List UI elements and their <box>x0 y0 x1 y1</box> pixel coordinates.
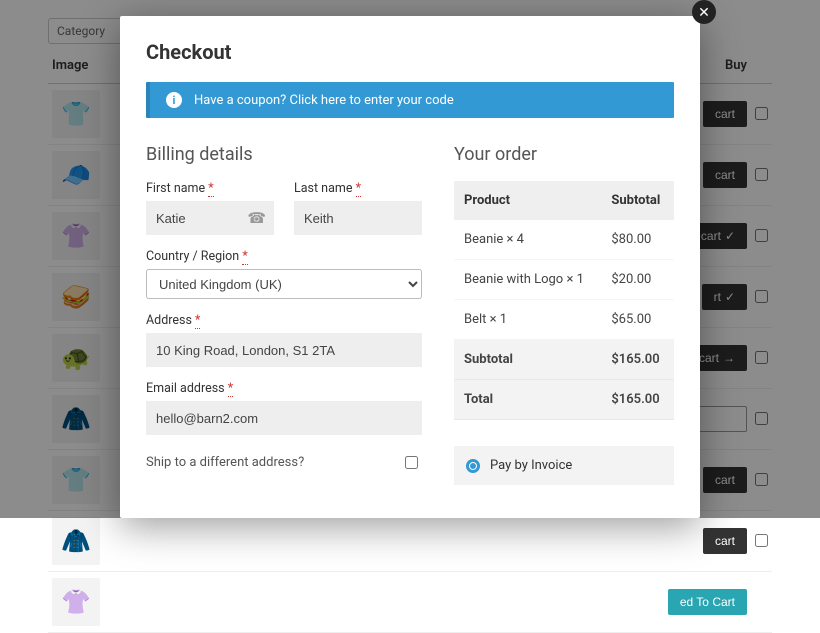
billing-section: Billing details First name * ☎ Last name <box>146 144 422 485</box>
country-select[interactable]: United Kingdom (UK) <box>146 269 422 299</box>
required-marker: * <box>242 249 247 265</box>
email-input[interactable] <box>146 401 422 435</box>
added-to-cart-button[interactable]: ed To Cart <box>668 589 747 615</box>
order-total-row: Total $165.00 <box>454 380 674 420</box>
subtotal-value: $165.00 <box>601 340 674 380</box>
required-marker: * <box>208 181 213 197</box>
payment-option-label: Pay by Invoice <box>490 458 572 473</box>
modal-title: Checkout <box>146 40 674 64</box>
checkout-modal: Checkout i Have a coupon? Click here to … <box>120 16 700 518</box>
order-section: Your order Product Subtotal Beanie × 4 $… <box>454 144 674 485</box>
first-name-label: First name * <box>146 181 274 196</box>
table-row: 🧥cart <box>48 511 772 572</box>
order-row: Beanie × 4 $80.00 <box>454 220 674 260</box>
required-marker: * <box>195 313 200 329</box>
coupon-notice[interactable]: i Have a coupon? Click here to enter you… <box>146 82 674 118</box>
order-product: Beanie × 4 <box>454 220 601 260</box>
order-row: Beanie with Logo × 1 $20.00 <box>454 260 674 300</box>
address-label: Address * <box>146 313 422 328</box>
order-col-product: Product <box>454 181 601 220</box>
billing-heading: Billing details <box>146 144 422 165</box>
order-product: Beanie with Logo × 1 <box>454 260 601 300</box>
order-table: Product Subtotal Beanie × 4 $80.00 Beani… <box>454 181 674 420</box>
total-value: $165.00 <box>601 380 674 420</box>
address-input[interactable] <box>146 333 422 367</box>
order-subtotal-row: Subtotal $165.00 <box>454 340 674 380</box>
close-button[interactable]: ✕ <box>692 0 716 24</box>
close-icon: ✕ <box>698 4 710 20</box>
payment-option[interactable]: Pay by Invoice <box>454 446 674 485</box>
coupon-text: Have a coupon? Click here to enter your … <box>194 93 454 108</box>
order-product: Belt × 1 <box>454 300 601 340</box>
order-subtotal: $65.00 <box>601 300 674 340</box>
ship-different-label: Ship to a different address? <box>146 455 304 470</box>
row-checkbox[interactable] <box>755 534 768 547</box>
order-subtotal: $80.00 <box>601 220 674 260</box>
subtotal-label: Subtotal <box>454 340 601 380</box>
order-col-subtotal: Subtotal <box>601 181 674 220</box>
order-row: Belt × 1 $65.00 <box>454 300 674 340</box>
required-marker: * <box>356 181 361 197</box>
radio-checked-icon <box>466 459 480 473</box>
last-name-input[interactable] <box>294 201 422 235</box>
table-row: 👚ed To Cart <box>48 572 772 633</box>
order-heading: Your order <box>454 144 674 165</box>
order-subtotal: $20.00 <box>601 260 674 300</box>
ship-different-checkbox[interactable] <box>405 456 418 469</box>
total-label: Total <box>454 380 601 420</box>
email-label: Email address * <box>146 381 422 396</box>
last-name-label: Last name * <box>294 181 422 196</box>
info-icon: i <box>166 92 182 108</box>
required-marker: * <box>228 381 233 397</box>
country-label: Country / Region * <box>146 249 422 264</box>
contact-card-icon: ☎ <box>247 209 266 227</box>
add-to-cart-button[interactable]: cart <box>703 528 747 554</box>
